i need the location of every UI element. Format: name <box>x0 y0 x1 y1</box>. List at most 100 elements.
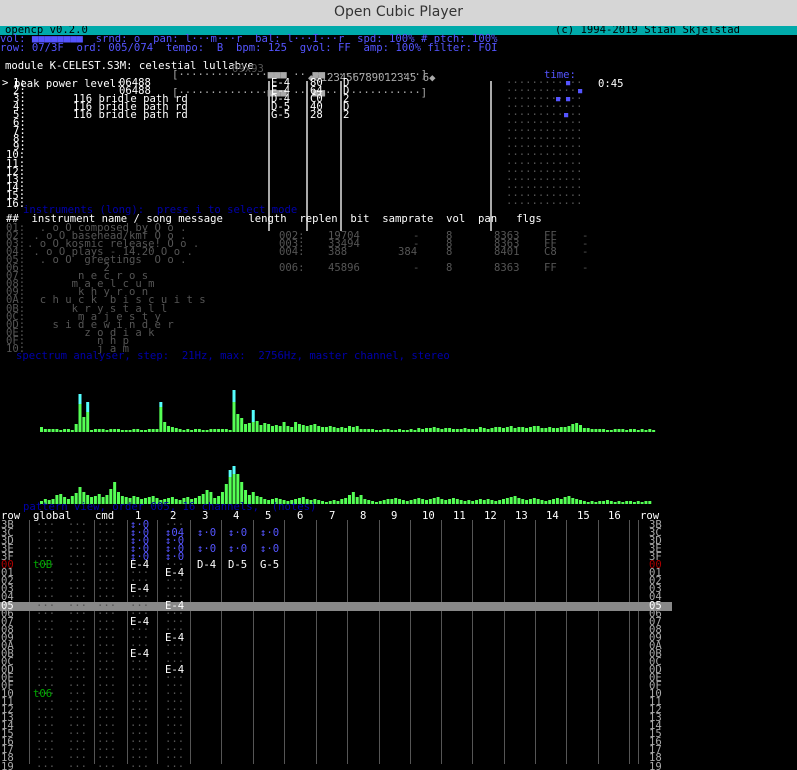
pattern-volume-mark: ↕·0 <box>228 543 248 556</box>
spectrum-peak <box>232 390 236 402</box>
sample-volume: C8 <box>544 246 557 259</box>
scope-activity: ■ <box>556 95 561 104</box>
spectrum-bar <box>644 430 648 432</box>
spectrum-bar <box>378 430 382 432</box>
spectrum-bar <box>567 426 571 432</box>
pattern-header: 6 <box>297 510 304 522</box>
spectrum-bar <box>117 429 120 432</box>
pattern-header: 3 <box>202 510 209 522</box>
spectrum-bar <box>525 428 529 432</box>
spectrum-bar <box>632 429 636 432</box>
pattern-column-divider <box>127 520 128 764</box>
spectrum-bar <box>344 428 348 432</box>
spectrum-bar <box>478 427 482 432</box>
spectrum-bar <box>340 427 344 432</box>
pattern-header: 5 <box>265 510 272 522</box>
spectrum-bar <box>190 430 194 432</box>
spectrum-bar <box>167 426 171 432</box>
spectrum-bar <box>471 429 475 432</box>
pattern-header: 14 <box>546 510 559 522</box>
peak-meter-right: [··············■■■ ·· ■■···············] <box>172 87 428 99</box>
spectrum-bar <box>220 429 224 432</box>
channel-selected-marker: > <box>2 77 9 89</box>
spectrum-bar <box>213 429 217 432</box>
spectrum-bar <box>509 426 513 432</box>
spectrum-bar <box>401 430 405 432</box>
time-value: 0:45 <box>598 78 624 90</box>
spectrum-bar <box>109 429 113 432</box>
spectrum-bar <box>151 429 155 432</box>
spectrum-bar <box>636 430 640 432</box>
pattern-row-number: 19 <box>1 760 14 770</box>
spectrum-bar <box>336 428 340 432</box>
pattern-column-divider <box>316 520 317 764</box>
pattern-column-divider <box>284 520 285 764</box>
spectrum-bar <box>386 429 390 432</box>
sample-replen: - <box>413 262 420 275</box>
sample-bits: 8 <box>446 262 453 275</box>
spectrum-title: spectrum analyser, step: 21Hz, max: 2756… <box>16 350 450 362</box>
status-line-2: row: 07/3F ord: 005/074 tempo: B bpm: 12… <box>0 42 498 54</box>
spectrum-bar <box>232 474 236 504</box>
spectrum-bar <box>498 427 502 432</box>
spectrum-bar <box>536 426 540 432</box>
sample-number: 006: <box>279 262 305 275</box>
pattern-column-divider <box>535 520 536 764</box>
spectrum-bar <box>267 424 271 432</box>
spectrum-bar <box>290 427 294 432</box>
spectrum-bar <box>482 428 486 432</box>
spectrum-bar <box>93 429 97 432</box>
spectrum-bar <box>59 430 63 432</box>
window-titlebar: Open Cubic Player <box>0 0 797 27</box>
pattern-volume-mark: ↕·0 <box>197 543 217 556</box>
spectrum-bar <box>105 430 109 432</box>
spectrum-bar <box>317 426 321 432</box>
spectrum-bar <box>617 429 621 432</box>
spectrum-bar <box>571 424 575 432</box>
spectrum-bar <box>263 423 267 432</box>
pattern-header: 16 <box>608 510 621 522</box>
peak-scale: ◆0123456789012345 6◆ <box>308 72 436 84</box>
spectrum-bar <box>321 427 325 432</box>
spectrum-bar <box>143 430 147 432</box>
spectrum-bar <box>648 429 652 432</box>
spectrum-bar <box>90 430 94 432</box>
pattern-empty-cell: ··· <box>130 760 150 770</box>
pattern-header: 7 <box>329 510 336 522</box>
spectrum-bar <box>313 424 317 432</box>
pattern-volume-mark: ↕·0 <box>228 527 248 540</box>
pattern-column-divider <box>638 520 639 764</box>
pattern-header: 10 <box>422 510 435 522</box>
spectrum-bar <box>155 429 159 432</box>
copyright: (c) 1994-2019 Stian Skjelstad <box>555 26 740 36</box>
spectrum-peak <box>159 402 163 407</box>
pattern-cmd-dots: ··· <box>97 760 117 770</box>
spectrum-bar <box>455 429 459 432</box>
spectrum-bar <box>113 429 117 432</box>
pattern-title: pattern view, order 005, 16 channels, (n… <box>23 501 317 513</box>
spectrum-bar <box>324 427 328 432</box>
window-title: Open Cubic Player <box>334 4 463 20</box>
pattern-column-divider <box>629 520 630 764</box>
spectrum-bar <box>374 430 378 432</box>
spectrum-top-channel <box>40 390 656 432</box>
spectrum-bar <box>136 429 140 432</box>
spectrum-bar <box>609 430 613 432</box>
pattern-row-number-right: 19 <box>649 760 662 770</box>
spectrum-bar <box>236 474 240 504</box>
channel-effect: 2 <box>343 109 350 122</box>
spectrum-bar <box>586 428 590 432</box>
channel-sample-name: 116 bridle path rd <box>73 109 188 122</box>
spectrum-bar <box>559 427 563 432</box>
spectrum-bar <box>582 428 586 432</box>
pattern-column-divider <box>253 520 254 764</box>
spectrum-bar <box>251 422 255 432</box>
spectrum-bar <box>544 428 548 432</box>
spectrum-bar <box>421 429 425 432</box>
spectrum-peak <box>251 410 255 422</box>
spectrum-bar <box>436 428 440 432</box>
spectrum-bar <box>224 429 228 432</box>
pattern-column-divider <box>190 520 191 764</box>
spectrum-peak <box>232 466 236 474</box>
sample-length: 388 <box>328 246 348 259</box>
